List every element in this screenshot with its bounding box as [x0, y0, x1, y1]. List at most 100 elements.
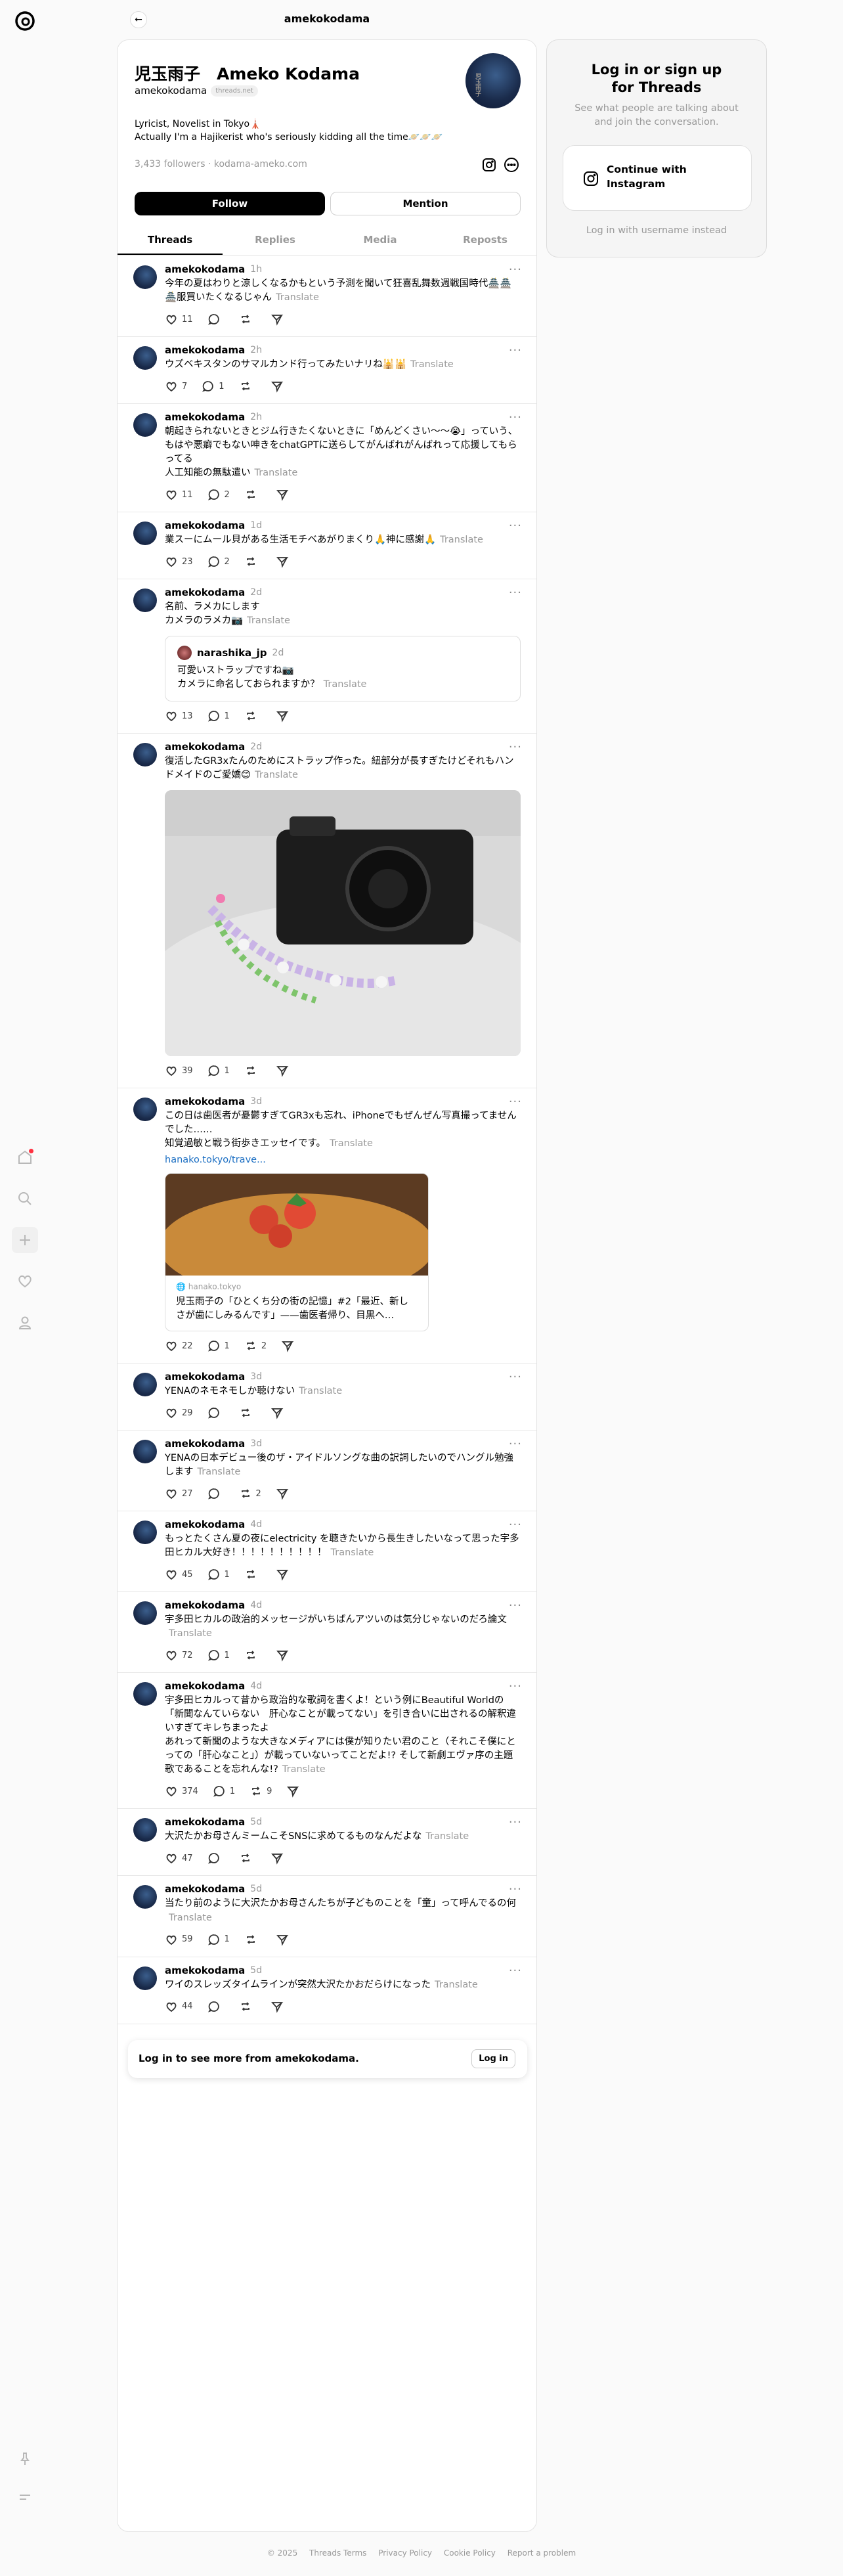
- share-button[interactable]: [270, 1852, 284, 1865]
- post-username[interactable]: amekokodama: [165, 741, 245, 753]
- post-username[interactable]: amekokodama: [165, 344, 245, 356]
- thread-post[interactable]: amekokodama 5d ··· 大沢たかお母さんミームこそSNSに求めてるものな…: [118, 1809, 536, 1876]
- repost-button[interactable]: [239, 1406, 256, 1419]
- instagram-icon[interactable]: [480, 156, 498, 174]
- thread-post[interactable]: amekokodama 2d ··· 復活したGR3xたんのためにストラップ作った。紐…: [118, 734, 536, 1089]
- like-button[interactable]: 29: [165, 1406, 193, 1419]
- like-button[interactable]: 23: [165, 555, 193, 568]
- thread-post[interactable]: amekokodama 5d ··· 当たり前のように大沢たかお母さんたちが子どものこ…: [118, 1876, 536, 1957]
- post-time[interactable]: 3d: [250, 1096, 262, 1107]
- post-more-icon[interactable]: ···: [509, 1370, 522, 1384]
- reply-button[interactable]: 1: [207, 1568, 230, 1581]
- repost-button[interactable]: [239, 2000, 256, 2013]
- repost-button[interactable]: [244, 555, 261, 568]
- post-username[interactable]: amekokodama: [165, 1680, 245, 1692]
- translate-link[interactable]: Translate: [255, 770, 298, 780]
- post-more-icon[interactable]: ···: [509, 1095, 522, 1109]
- post-more-icon[interactable]: ···: [509, 411, 522, 424]
- repost-button[interactable]: 9: [249, 1785, 272, 1798]
- reply-button[interactable]: 2: [207, 488, 230, 501]
- thread-post[interactable]: amekokodama 3d ··· この日は歯医者が憂鬱すぎてGR3xも忘れ、iPh…: [118, 1088, 536, 1364]
- like-button[interactable]: 374: [165, 1785, 198, 1798]
- reply-button[interactable]: 1: [213, 1785, 235, 1798]
- like-button[interactable]: 13: [165, 709, 193, 722]
- post-more-icon[interactable]: ···: [509, 1882, 522, 1896]
- like-button[interactable]: 7: [165, 380, 187, 393]
- post-username[interactable]: amekokodama: [165, 1965, 245, 1976]
- share-button[interactable]: [270, 380, 284, 393]
- like-button[interactable]: 27: [165, 1487, 193, 1500]
- post-more-icon[interactable]: ···: [509, 1599, 522, 1612]
- share-button[interactable]: [270, 2000, 284, 2013]
- like-button[interactable]: 11: [165, 488, 193, 501]
- post-username[interactable]: amekokodama: [165, 1816, 245, 1828]
- footer-link-privacy[interactable]: Privacy Policy: [378, 2548, 432, 2558]
- share-button[interactable]: [276, 1568, 289, 1582]
- translate-link[interactable]: Translate: [425, 1831, 469, 1842]
- translate-link[interactable]: Translate: [247, 615, 290, 626]
- repost-button[interactable]: [244, 488, 261, 501]
- post-time[interactable]: 3d: [250, 1438, 262, 1449]
- share-button[interactable]: [276, 1649, 289, 1662]
- quote-username[interactable]: narashika_jp: [197, 647, 267, 659]
- reply-button[interactable]: [207, 1852, 225, 1865]
- repost-button[interactable]: [239, 380, 256, 393]
- post-more-icon[interactable]: ···: [509, 1964, 522, 1978]
- reply-button[interactable]: 1: [207, 1649, 230, 1662]
- thread-post[interactable]: amekokodama 1h ··· 今年の夏はわりと涼しくなるかもという予測を聞いて…: [118, 256, 536, 338]
- thread-post[interactable]: amekokodama 2d ··· 名前、ラメカにします カメラのラメカ📷 Trans…: [118, 579, 536, 734]
- footer-link-report[interactable]: Report a problem: [508, 2548, 576, 2558]
- like-button[interactable]: 45: [165, 1568, 193, 1581]
- tab-threads[interactable]: Threads: [118, 226, 223, 255]
- nav-activity-icon[interactable]: [12, 1268, 38, 1295]
- post-username[interactable]: amekokodama: [165, 1599, 245, 1611]
- post-more-icon[interactable]: ···: [509, 1679, 522, 1693]
- post-username[interactable]: amekokodama: [165, 1883, 245, 1895]
- pin-icon[interactable]: [12, 2446, 38, 2472]
- footer-link-cookies[interactable]: Cookie Policy: [444, 2548, 496, 2558]
- thread-post[interactable]: amekokodama 1d ··· 業スーにムール貝がある生活モチベあがりまくり🙏神…: [118, 512, 536, 580]
- translate-link[interactable]: Translate: [324, 679, 367, 690]
- translate-link[interactable]: Translate: [331, 1547, 374, 1558]
- post-username[interactable]: amekokodama: [165, 1519, 245, 1530]
- share-button[interactable]: [270, 313, 284, 326]
- reply-button[interactable]: [207, 2000, 225, 2013]
- like-button[interactable]: 47: [165, 1852, 193, 1865]
- tab-reposts[interactable]: Reposts: [433, 226, 536, 255]
- profile-avatar[interactable]: 児玉雨子: [465, 53, 521, 108]
- menu-icon[interactable]: [12, 2484, 38, 2510]
- translate-link[interactable]: Translate: [282, 1764, 326, 1775]
- translate-link[interactable]: Translate: [198, 1467, 241, 1477]
- post-time[interactable]: 4d: [250, 1519, 262, 1530]
- post-username[interactable]: amekokodama: [165, 1371, 245, 1383]
- post-time[interactable]: 2d: [250, 587, 262, 598]
- post-username[interactable]: amekokodama: [165, 1096, 245, 1107]
- post-time[interactable]: 4d: [250, 1600, 262, 1610]
- login-username-link[interactable]: Log in with username instead: [547, 225, 766, 236]
- post-avatar[interactable]: [133, 1373, 157, 1397]
- thread-post[interactable]: amekokodama 5d ··· ワイのスレッズタイムラインが突然大沢たかおだらけ…: [118, 1957, 536, 2024]
- reply-button[interactable]: 1: [207, 1339, 230, 1352]
- reply-button[interactable]: [207, 313, 225, 326]
- post-username[interactable]: amekokodama: [165, 1438, 245, 1450]
- threads-logo-icon[interactable]: [12, 8, 38, 34]
- reply-button[interactable]: 1: [207, 1064, 230, 1077]
- post-avatar[interactable]: [133, 743, 157, 767]
- share-button[interactable]: [276, 1933, 289, 1946]
- followers-count[interactable]: 3,433 followers: [135, 159, 205, 169]
- post-avatar[interactable]: [133, 1966, 157, 1990]
- login-button[interactable]: Log in: [471, 2049, 515, 2068]
- post-username[interactable]: amekokodama: [165, 587, 245, 598]
- share-button[interactable]: [276, 555, 289, 568]
- post-more-icon[interactable]: ···: [509, 519, 522, 533]
- footer-link-terms[interactable]: Threads Terms: [309, 2548, 366, 2558]
- quoted-post[interactable]: narashika_jp 2d 可愛いストラップですね📷 カメラに命名しておられます…: [165, 636, 521, 702]
- thread-post[interactable]: amekokodama 2h ··· 朝起きられないときとジム行きたくないときに「めん…: [118, 404, 536, 513]
- translate-link[interactable]: Translate: [435, 1980, 478, 1990]
- thread-post[interactable]: amekokodama 4d ··· 宇多田ヒカルの政治的メッセージがいちばんアツいの…: [118, 1592, 536, 1674]
- reply-button[interactable]: [207, 1406, 225, 1419]
- share-button[interactable]: [286, 1785, 299, 1798]
- repost-button[interactable]: [239, 313, 256, 326]
- repost-button[interactable]: [239, 1852, 256, 1865]
- translate-link[interactable]: Translate: [255, 468, 298, 478]
